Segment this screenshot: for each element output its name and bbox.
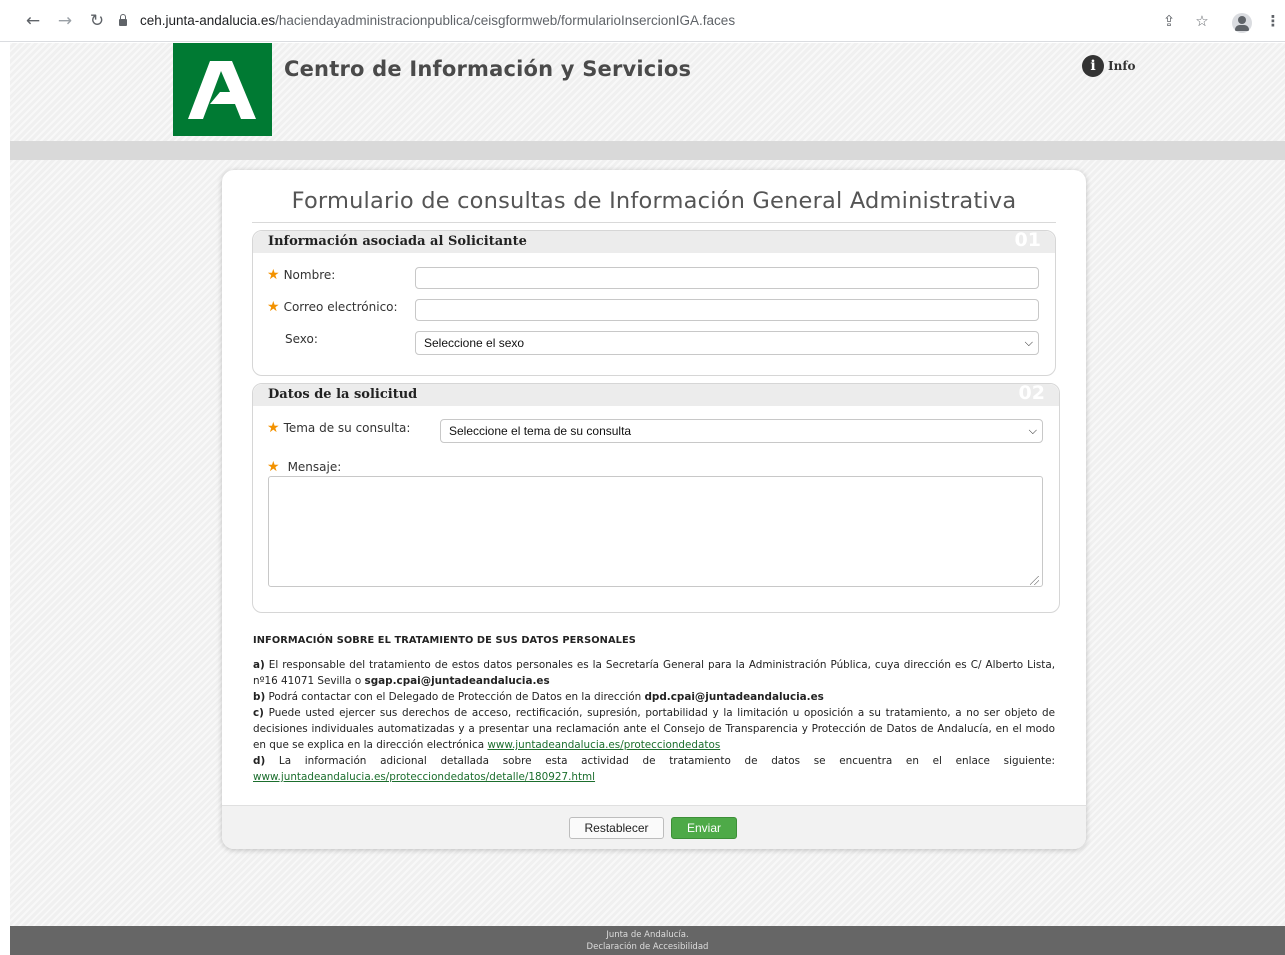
required-star-icon: ★ xyxy=(267,459,280,475)
junta-andalucia-logo[interactable] xyxy=(173,43,272,136)
send-button[interactable]: Enviar xyxy=(671,817,737,839)
section-title: Información asociada al Solicitante xyxy=(268,234,527,249)
section-number: 02 xyxy=(1018,382,1045,404)
info-label: Info xyxy=(1108,59,1136,73)
address-bar[interactable]: ceh.junta-andalucia.es/haciendayadminist… xyxy=(118,10,818,32)
nombre-input[interactable] xyxy=(415,267,1039,289)
legal-paragraph-a: a) El responsable del tratamiento de est… xyxy=(253,659,1056,687)
chevron-down-icon: ⌵ xyxy=(1024,337,1033,349)
arrow-right-icon[interactable]: → xyxy=(56,12,74,30)
section-solicitud: Datos de la solicitud 02 ★ Tema de su con… xyxy=(252,382,1060,613)
email-sgap: sgap.cpai@juntadeandalucia.es xyxy=(364,675,550,687)
correo-input[interactable] xyxy=(415,299,1039,321)
section-header: Datos de la solicitud 02 xyxy=(253,382,1059,406)
title-divider xyxy=(252,222,1056,223)
footer-accesibilidad-link[interactable]: Declaración de Accesibilidad xyxy=(10,941,1285,953)
legal-heading: INFORMACIÓN SOBRE EL TRATAMIENTO DE SUS … xyxy=(253,635,636,646)
url-path: /haciendayadministracionpublica/ceisgfor… xyxy=(275,13,736,28)
button-bar: Restablecer Enviar xyxy=(222,805,1086,849)
email-dpd: dpd.cpai@juntadeandalucia.es xyxy=(644,691,824,703)
page-footer: Junta de Andalucía. Declaración de Acces… xyxy=(10,926,1285,955)
form-card: Formulario de consultas de Información G… xyxy=(222,170,1086,849)
sexo-label: Sexo: xyxy=(285,332,318,346)
resize-grip-icon[interactable] xyxy=(1030,576,1039,585)
lock-icon xyxy=(118,14,128,26)
browser-toolbar: ← → ↻ ceh.junta-andalucia.es/haciendayad… xyxy=(0,0,1285,42)
chevron-down-icon: ⌵ xyxy=(1028,425,1037,437)
info-icon: i xyxy=(1082,55,1104,77)
site-title: Centro de Información y Servicios xyxy=(284,57,692,81)
sexo-select[interactable]: Seleccione el sexo ⌵ xyxy=(415,331,1039,355)
nombre-label: ★ Nombre: xyxy=(267,267,336,283)
form-title: Formulario de consultas de Información G… xyxy=(291,188,1017,214)
reload-icon[interactable]: ↻ xyxy=(88,12,106,30)
data-protection-info: INFORMACIÓN SOBRE EL TRATAMIENTO DE SUS … xyxy=(253,633,1055,785)
section-header: Información asociada al Solicitante 01 xyxy=(253,229,1055,253)
detalle-link[interactable]: www.juntadeandalucia.es/protecciondedato… xyxy=(253,771,595,783)
proteccion-datos-link[interactable]: www.juntadeandalucia.es/protecciondedato… xyxy=(487,739,720,751)
info-link[interactable]: i Info xyxy=(1082,55,1136,77)
reset-button[interactable]: Restablecer xyxy=(569,817,664,839)
page-background: Centro de Información y Servicios i Info… xyxy=(10,43,1285,955)
required-star-icon: ★ xyxy=(267,299,280,315)
tema-select[interactable]: Seleccione el tema de su consulta ⌵ xyxy=(440,419,1043,443)
andalucia-a-icon xyxy=(188,61,256,119)
bookmark-star-icon[interactable]: ☆ xyxy=(1193,12,1211,30)
mensaje-textarea[interactable] xyxy=(268,476,1043,587)
legal-paragraph-b: b) Podrá contactar con el Delegado de Pr… xyxy=(253,691,824,703)
correo-label: ★ Correo electrónico: xyxy=(267,299,398,315)
section-number: 01 xyxy=(1014,229,1041,251)
sexo-selected-value: Seleccione el sexo xyxy=(424,336,525,350)
legal-paragraph-d: d) La información adicional detallada so… xyxy=(253,755,1055,783)
tema-selected-value: Seleccione el tema de su consulta xyxy=(449,424,632,438)
required-star-icon: ★ xyxy=(267,420,280,436)
profile-avatar-icon[interactable] xyxy=(1232,13,1252,33)
required-star-icon: ★ xyxy=(267,267,280,283)
share-icon[interactable]: ⇪ xyxy=(1160,12,1178,30)
arrow-left-icon[interactable]: ← xyxy=(24,12,42,30)
tema-label: ★ Tema de su consulta: xyxy=(267,420,411,436)
section-solicitante: Información asociada al Solicitante 01 ★… xyxy=(252,229,1056,376)
mensaje-label: ★ Mensaje: xyxy=(267,459,342,475)
legal-paragraph-c: c) Puede usted ejercer sus derechos de a… xyxy=(253,707,1055,751)
url-host: ceh.junta-andalucia.es xyxy=(140,13,276,28)
header-strip xyxy=(10,141,1285,160)
section-title: Datos de la solicitud xyxy=(268,387,418,402)
menu-kebab-icon[interactable]: ⋮ xyxy=(1264,12,1282,30)
footer-junta[interactable]: Junta de Andalucía. xyxy=(10,929,1285,941)
